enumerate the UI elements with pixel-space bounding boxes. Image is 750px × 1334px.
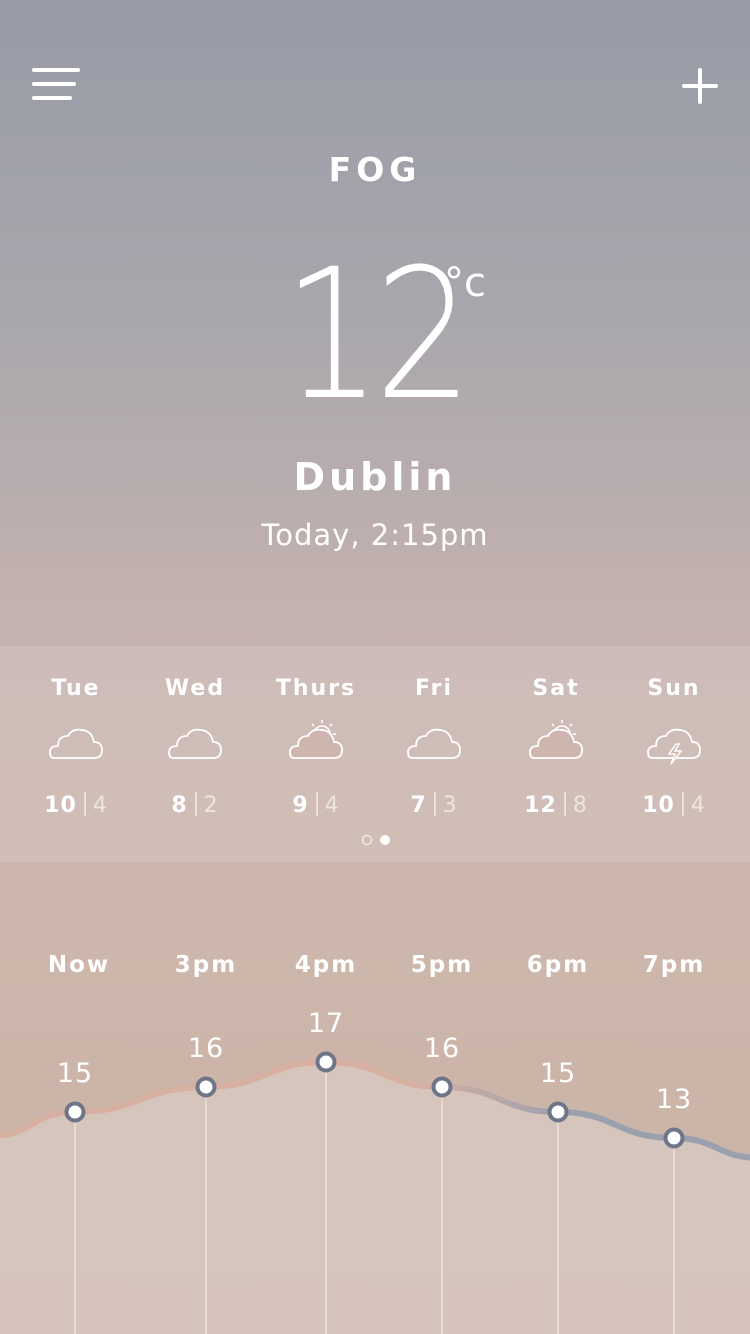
hour-point bbox=[315, 1051, 337, 1073]
hour-point bbox=[547, 1101, 569, 1123]
hourly-temperature-chart bbox=[0, 1051, 750, 1334]
temperature-area bbox=[0, 1062, 750, 1334]
hour-point bbox=[431, 1076, 453, 1098]
hour-point bbox=[663, 1127, 685, 1149]
hour-point bbox=[195, 1076, 217, 1098]
hour-point bbox=[64, 1101, 86, 1123]
